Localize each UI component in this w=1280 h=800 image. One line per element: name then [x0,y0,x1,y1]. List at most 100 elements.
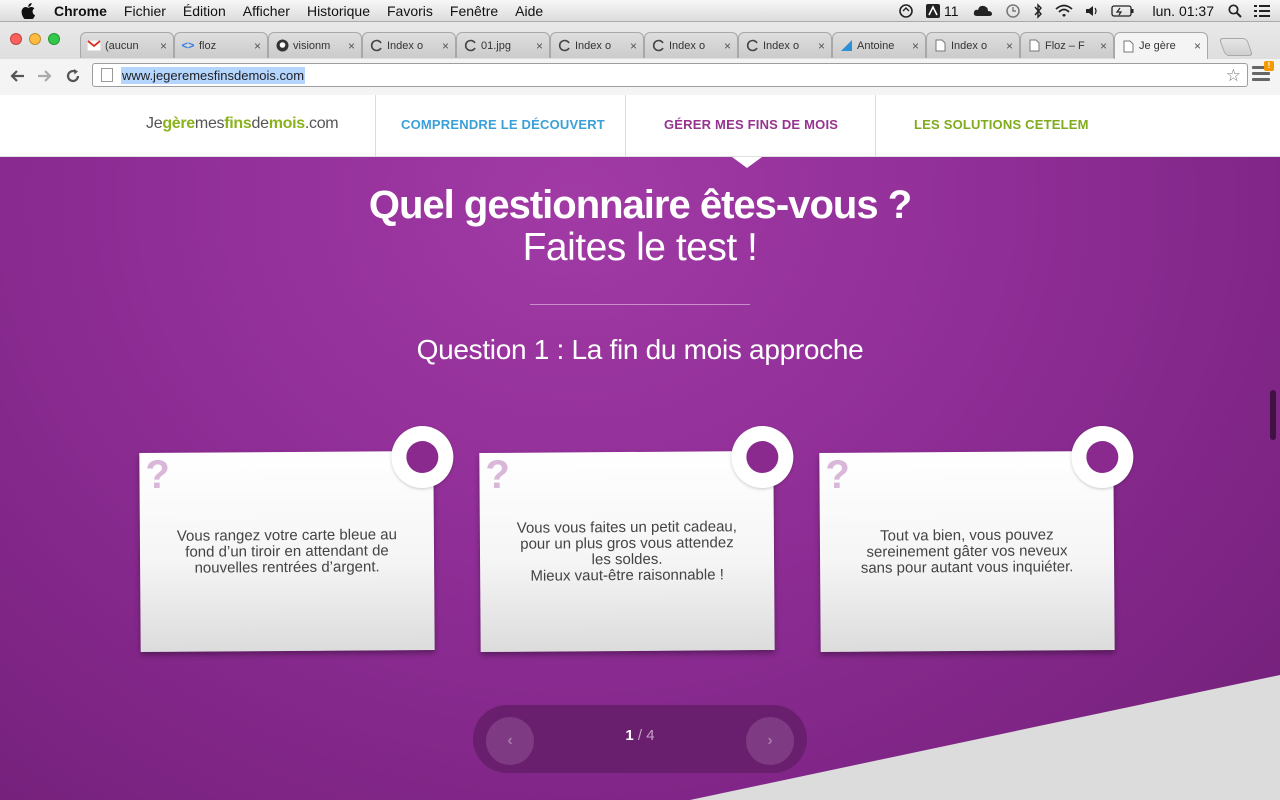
minimize-window-button[interactable] [29,33,41,45]
tab-title: Antoine [857,39,895,52]
notification-center-icon[interactable] [1254,5,1270,17]
loading-icon [369,39,383,53]
mac-menubar: Chrome Fichier Édition Afficher Historiq… [0,0,1280,22]
menu-app-name[interactable]: Chrome [54,3,107,19]
bookmark-star-icon[interactable]: ☆ [1226,66,1241,86]
browser-tab[interactable]: Index o × [644,32,738,58]
close-tab-icon[interactable]: × [1100,39,1107,53]
close-tab-icon[interactable]: × [630,39,637,53]
tab-title: floz [199,39,217,52]
nav-comprendre-decouvert[interactable]: COMPRENDRE LE DÉCOUVERT [401,117,605,132]
tab-strip: (aucun × <> floz × visionm × Index o × 0… [80,32,1208,59]
nav-gerer-fins-de-mois[interactable]: GÉRER MES FINS DE MOIS [664,117,838,132]
card-pin-icon [1071,425,1134,489]
time-machine-icon[interactable] [1005,3,1021,19]
sync-icon[interactable] [898,3,914,19]
loading-icon [463,39,477,53]
tab-title: (aucun [105,39,139,52]
bluetooth-icon[interactable] [1033,3,1043,19]
scrollbar-thumb[interactable] [1270,390,1276,440]
wifi-icon[interactable] [1054,4,1073,18]
loading-icon [651,39,665,53]
menu-afficher[interactable]: Afficher [243,3,290,19]
answer-text: Vous vous faites un petit cadeau, pour u… [516,518,737,585]
volume-icon[interactable] [1085,4,1099,18]
address-bar[interactable]: www.jegeremesfinsdemois.com ☆ [92,63,1248,87]
nav-divider [375,95,376,157]
adobe-notification-icon[interactable]: 11 [925,3,959,19]
close-tab-icon[interactable]: × [912,39,919,53]
update-badge-icon: ! [1264,61,1274,71]
browser-tab[interactable]: (aucun × [80,32,174,58]
tab-title: Index o [763,39,800,52]
question-mark-icon: ? [485,452,511,497]
site-icon [839,39,853,53]
close-tab-icon[interactable]: × [724,39,731,53]
url-text[interactable]: www.jegeremesfinsdemois.com [121,66,306,84]
question-heading: Question 1 : La fin du mois approche [416,334,864,365]
menu-fenetre[interactable]: Fenêtre [450,3,498,19]
site-navigation: Jegèremesfinsdemois.com COMPRENDRE LE DÉ… [0,95,1280,157]
tab-title: Index o [387,39,424,52]
loading-icon [557,39,571,53]
menu-historique[interactable]: Historique [307,3,370,19]
tab-title: visionm [293,39,331,52]
close-tab-icon[interactable]: × [536,39,543,53]
nav-divider [875,95,876,157]
back-button[interactable] [6,65,28,87]
battery-icon[interactable] [1110,5,1135,17]
loading-icon [745,39,759,53]
answer-card-2[interactable]: ? Vous vous faites un petit cadeau, pour… [479,425,794,653]
close-tab-icon[interactable]: × [442,39,449,53]
chrome-menu-button[interactable]: ! [1252,61,1274,84]
close-tab-icon[interactable]: × [1194,39,1201,53]
nav-solutions-cetelem[interactable]: LES SOLUTIONS CETELEM [914,117,1089,132]
browser-tab-active[interactable]: Je gère × [1114,32,1208,59]
browser-tab[interactable]: Index o × [926,32,1020,58]
page-icon [933,39,947,53]
page-info-icon[interactable] [101,68,113,82]
close-tab-icon[interactable]: × [160,39,167,53]
window-controls [10,33,60,45]
menu-edition[interactable]: Édition [183,3,226,19]
reload-button[interactable] [62,65,84,87]
page-title: Quel gestionnaire êtes-vous ? [368,183,912,227]
zoom-window-button[interactable] [48,33,60,45]
answer-card-3[interactable]: ? Tout va bien, vous pouvez sereinement … [819,425,1134,653]
browser-tab[interactable]: Index o × [550,32,644,58]
nav-divider [625,95,626,157]
answer-text: Tout va bien, vous pouvez sereinement gâ… [860,526,1074,577]
question-mark-icon: ? [145,452,171,497]
tab-title: Floz – F [1045,39,1085,52]
close-tab-icon[interactable]: × [818,39,825,53]
clock[interactable]: lun. 01:37 [1153,3,1215,19]
browser-tab[interactable]: Floz – F × [1020,32,1114,58]
forward-button[interactable] [34,65,56,87]
apple-icon[interactable] [18,0,38,22]
cloud-icon[interactable] [973,4,993,18]
close-tab-icon[interactable]: × [1006,39,1013,53]
menu-aide[interactable]: Aide [515,3,543,19]
browser-tab[interactable]: Antoine × [832,32,926,58]
tab-title: Je gère [1139,40,1176,52]
active-nav-caret [732,157,762,168]
browser-tab[interactable]: Index o × [738,32,832,58]
page-icon [1121,39,1135,53]
browser-tab[interactable]: 01.jpg × [456,32,550,58]
next-question-button[interactable]: › [746,717,794,765]
spotlight-icon[interactable] [1228,4,1242,18]
close-window-button[interactable] [10,33,22,45]
menu-fichier[interactable]: Fichier [124,3,166,19]
site-logo[interactable]: Jegèremesfinsdemois.com [146,115,339,133]
close-tab-icon[interactable]: × [254,39,261,53]
menu-favoris[interactable]: Favoris [387,3,433,19]
browser-tab[interactable]: visionm × [268,32,362,58]
browser-tab[interactable]: <> floz × [174,32,268,58]
answer-card-1[interactable]: ? Vous rangez votre carte bleue au fond … [139,425,454,653]
browser-tab[interactable]: Index o × [362,32,456,58]
browser-toolbar: www.jegeremesfinsdemois.com ☆ ! [0,59,1280,95]
close-tab-icon[interactable]: × [348,39,355,53]
new-tab-button[interactable] [1218,38,1254,56]
notification-count: 11 [943,3,959,19]
github-icon [275,39,289,53]
